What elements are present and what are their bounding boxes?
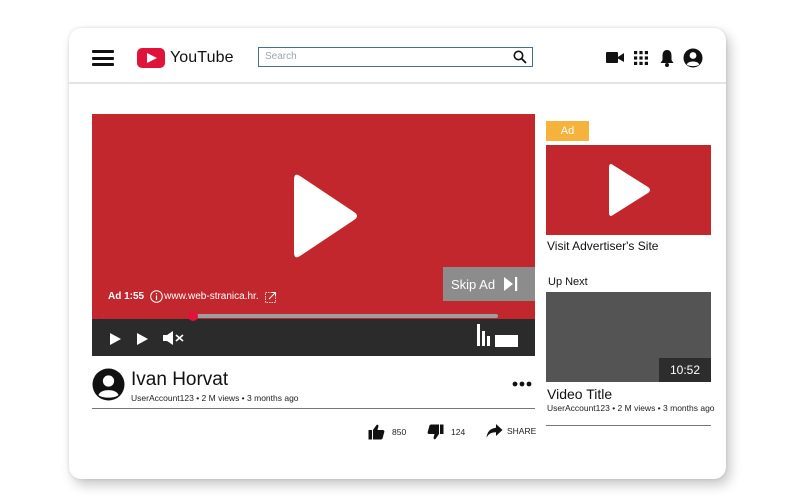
apps-grid-icon[interactable] — [633, 48, 649, 73]
up-next-thumbnail[interactable]: 10:52 — [546, 292, 711, 382]
control-bar — [92, 311, 535, 356]
menu-icon[interactable] — [92, 50, 114, 66]
share-label: SHARE — [507, 426, 537, 436]
channel-name[interactable]: Ivan Horvat — [131, 369, 228, 391]
more-options-icon[interactable] — [512, 374, 532, 392]
up-next-title[interactable]: Video Title — [547, 386, 612, 402]
up-next-meta: UserAccount123 • 2 M views • 3 months ag… — [547, 403, 715, 413]
progress-fill — [102, 314, 194, 318]
search-box[interactable] — [258, 47, 533, 67]
share-button[interactable]: SHARE — [486, 424, 536, 438]
divider — [92, 408, 535, 409]
next-icon[interactable] — [136, 332, 149, 351]
progress-bar[interactable] — [102, 311, 498, 321]
top-bar: YouTube — [69, 28, 726, 84]
avatar[interactable] — [92, 368, 125, 406]
browser-window: YouTube Search Ad 1:55 www.web-stranica.… — [69, 28, 726, 479]
video-camera-icon[interactable] — [606, 48, 625, 73]
mute-icon[interactable] — [162, 330, 186, 351]
video-meta: UserAccount123 • 2 M views • 3 months ag… — [131, 393, 299, 403]
skip-next-icon — [503, 276, 519, 292]
play-icon[interactable] — [294, 172, 358, 265]
ad-info: Ad 1:55 www.web-stranica.hr. — [108, 290, 277, 303]
play-icon[interactable] — [109, 332, 122, 351]
thumbs-down-icon — [427, 424, 444, 440]
play-icon — [609, 162, 651, 223]
share-icon — [486, 424, 503, 438]
settings-bars-icon[interactable] — [476, 324, 492, 351]
search-icon[interactable] — [513, 50, 527, 69]
ad-badge: Ad — [546, 121, 589, 141]
sidebar-divider — [546, 425, 711, 426]
video-player[interactable]: Ad 1:55 www.web-stranica.hr. Skip Ad — [92, 114, 535, 356]
logo-text[interactable]: YouTube — [170, 49, 234, 67]
like-count: 850 — [392, 427, 407, 437]
fullscreen-icon[interactable] — [495, 334, 518, 352]
ad-thumbnail[interactable] — [546, 145, 711, 235]
thumbs-up-icon — [368, 424, 385, 440]
ad-url-link[interactable]: www.web-stranica.hr. — [164, 291, 258, 302]
bell-icon[interactable] — [659, 48, 675, 73]
video-duration: 10:52 — [659, 358, 711, 382]
dislike-button[interactable]: 124 — [427, 424, 465, 440]
dislike-count: 124 — [451, 427, 466, 437]
advertiser-site-link[interactable]: Visit Advertiser's Site — [547, 239, 658, 253]
ad-time: Ad 1:55 — [108, 291, 145, 302]
external-link-icon[interactable] — [264, 291, 277, 303]
youtube-logo-icon[interactable] — [137, 48, 165, 73]
like-button[interactable]: 850 — [368, 424, 406, 440]
skip-ad-label: Skip Ad — [451, 276, 496, 292]
up-next-heading: Up Next — [548, 276, 588, 288]
progress-knob[interactable] — [188, 311, 199, 321]
info-icon[interactable] — [150, 290, 163, 303]
skip-ad-button[interactable]: Skip Ad — [443, 267, 535, 301]
account-icon[interactable] — [683, 48, 703, 73]
search-input[interactable] — [265, 49, 505, 64]
